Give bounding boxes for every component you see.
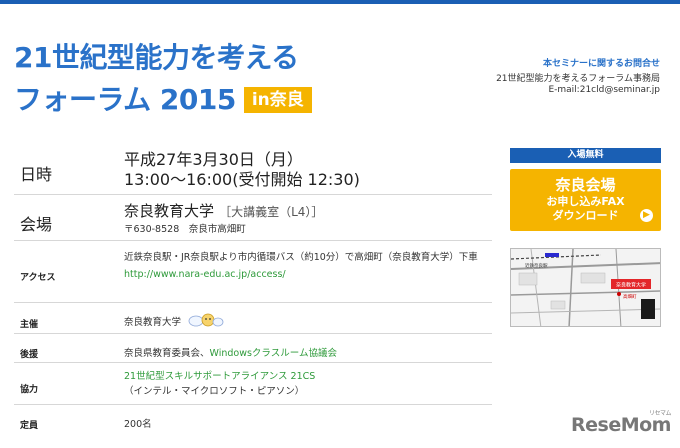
datetime-label: 日時	[20, 165, 53, 184]
contact-info: 本セミナーに関するお問合せ 21世紀型能力を考えるフォーラム事務局 E-mail…	[496, 58, 660, 96]
access-link[interactable]: http://www.nara-edu.ac.jp/access/	[124, 267, 492, 282]
watermark-sub: リセマム	[648, 410, 672, 417]
datetime-time: 13:00〜16:00(受付開始 12:30)	[124, 170, 360, 189]
host-label: 主催	[20, 319, 39, 330]
capacity-label: 定員	[20, 420, 39, 431]
coop-label: 協力	[20, 384, 39, 395]
event-details-table: 日時 平成27年3月30日（月） 13:00〜16:00(受付開始 12:30)…	[14, 140, 492, 432]
top-accent-bar	[0, 0, 680, 4]
row-venue: 会場 奈良教育大学 ［大講義室（L4）］ 〒630-8528 奈良市高畑町	[14, 194, 492, 241]
registration-panel: 入場無料 奈良会場 お申し込みFAX ダウンロード ▶	[510, 148, 661, 231]
map-station-label: 近鉄奈良駅	[525, 262, 548, 269]
venue-room: ［大講義室（L4）］	[219, 204, 324, 219]
watermark-text: ReseMom	[571, 414, 671, 436]
map-bus-label: 高畑町	[623, 293, 637, 300]
fax-button-line-2: お申し込みFAX	[546, 195, 625, 208]
fax-button-line-3: ダウンロード	[552, 209, 619, 222]
row-access: アクセス 近鉄奈良駅・JR奈良駅より市内循環バス（約10分）で高畑町（奈良教育大…	[14, 240, 492, 303]
title-line-2: フォーラム 2015	[14, 83, 236, 116]
row-coop: 協力 21世紀型スキルサポートアライアンス 21CS （インテル・マイクロソフト…	[14, 362, 492, 405]
host-value: 奈良教育大学	[124, 316, 182, 328]
coop-link[interactable]: 21世紀型スキルサポートアライアンス 21CS	[124, 369, 492, 384]
title-line-1: 21世紀型能力を考える	[14, 41, 299, 74]
support-link[interactable]: Windowsクラスルーム協議会	[210, 348, 337, 359]
support-label: 後援	[20, 349, 39, 360]
row-capacity: 定員 200名	[14, 404, 492, 432]
contact-email[interactable]: E-mail:21cld@seminar.jp	[496, 85, 660, 96]
capacity-value: 200名	[124, 418, 152, 430]
fax-button-line-1: 奈良会場	[555, 176, 616, 194]
contact-office: 21世紀型能力を考えるフォーラム事務局	[496, 74, 660, 84]
row-support: 後援 奈良県教育委員会、Windowsクラスルーム協議会	[14, 333, 492, 363]
access-text: 近鉄奈良駅・JR奈良駅より市内循環バス（約10分）で高畑町（奈良教育大学）下車	[124, 251, 478, 263]
datetime-date: 平成27年3月30日（月）	[124, 150, 303, 169]
venue-name: 奈良教育大学	[124, 201, 215, 220]
row-host: 主催 奈良教育大学	[14, 302, 492, 334]
support-value-1: 奈良県教育委員会、	[124, 347, 210, 359]
resemom-watermark: ReseMom リセマム	[571, 410, 671, 436]
venue-address: 〒630-8528 奈良市高畑町	[124, 223, 246, 235]
venue-label: 会場	[20, 214, 53, 234]
arrow-right-icon: ▶	[640, 209, 653, 222]
contact-heading: 本セミナーに関するお問合せ	[542, 59, 660, 69]
university-mascot-icon	[188, 313, 224, 327]
title-line-2-row: フォーラム 2015 in奈良	[14, 82, 312, 118]
access-label: アクセス	[20, 272, 56, 283]
coop-value-2: （インテル・マイクロソフト・ピアソン）	[124, 385, 305, 397]
map-university-label: 奈良教育大学	[616, 282, 646, 289]
location-badge: in奈良	[243, 87, 312, 113]
map-graphic: 奈良教育大学 近鉄奈良駅 高畑町	[511, 249, 660, 326]
fax-download-button[interactable]: 奈良会場 お申し込みFAX ダウンロード ▶	[510, 169, 661, 231]
page-title: 21世紀型能力を考える フォーラム 2015 in奈良	[14, 40, 312, 118]
row-datetime: 日時 平成27年3月30日（月） 13:00〜16:00(受付開始 12:30)	[14, 140, 492, 195]
access-map[interactable]: 奈良教育大学 近鉄奈良駅 高畑町	[510, 248, 661, 327]
free-admission-label: 入場無料	[510, 148, 661, 163]
